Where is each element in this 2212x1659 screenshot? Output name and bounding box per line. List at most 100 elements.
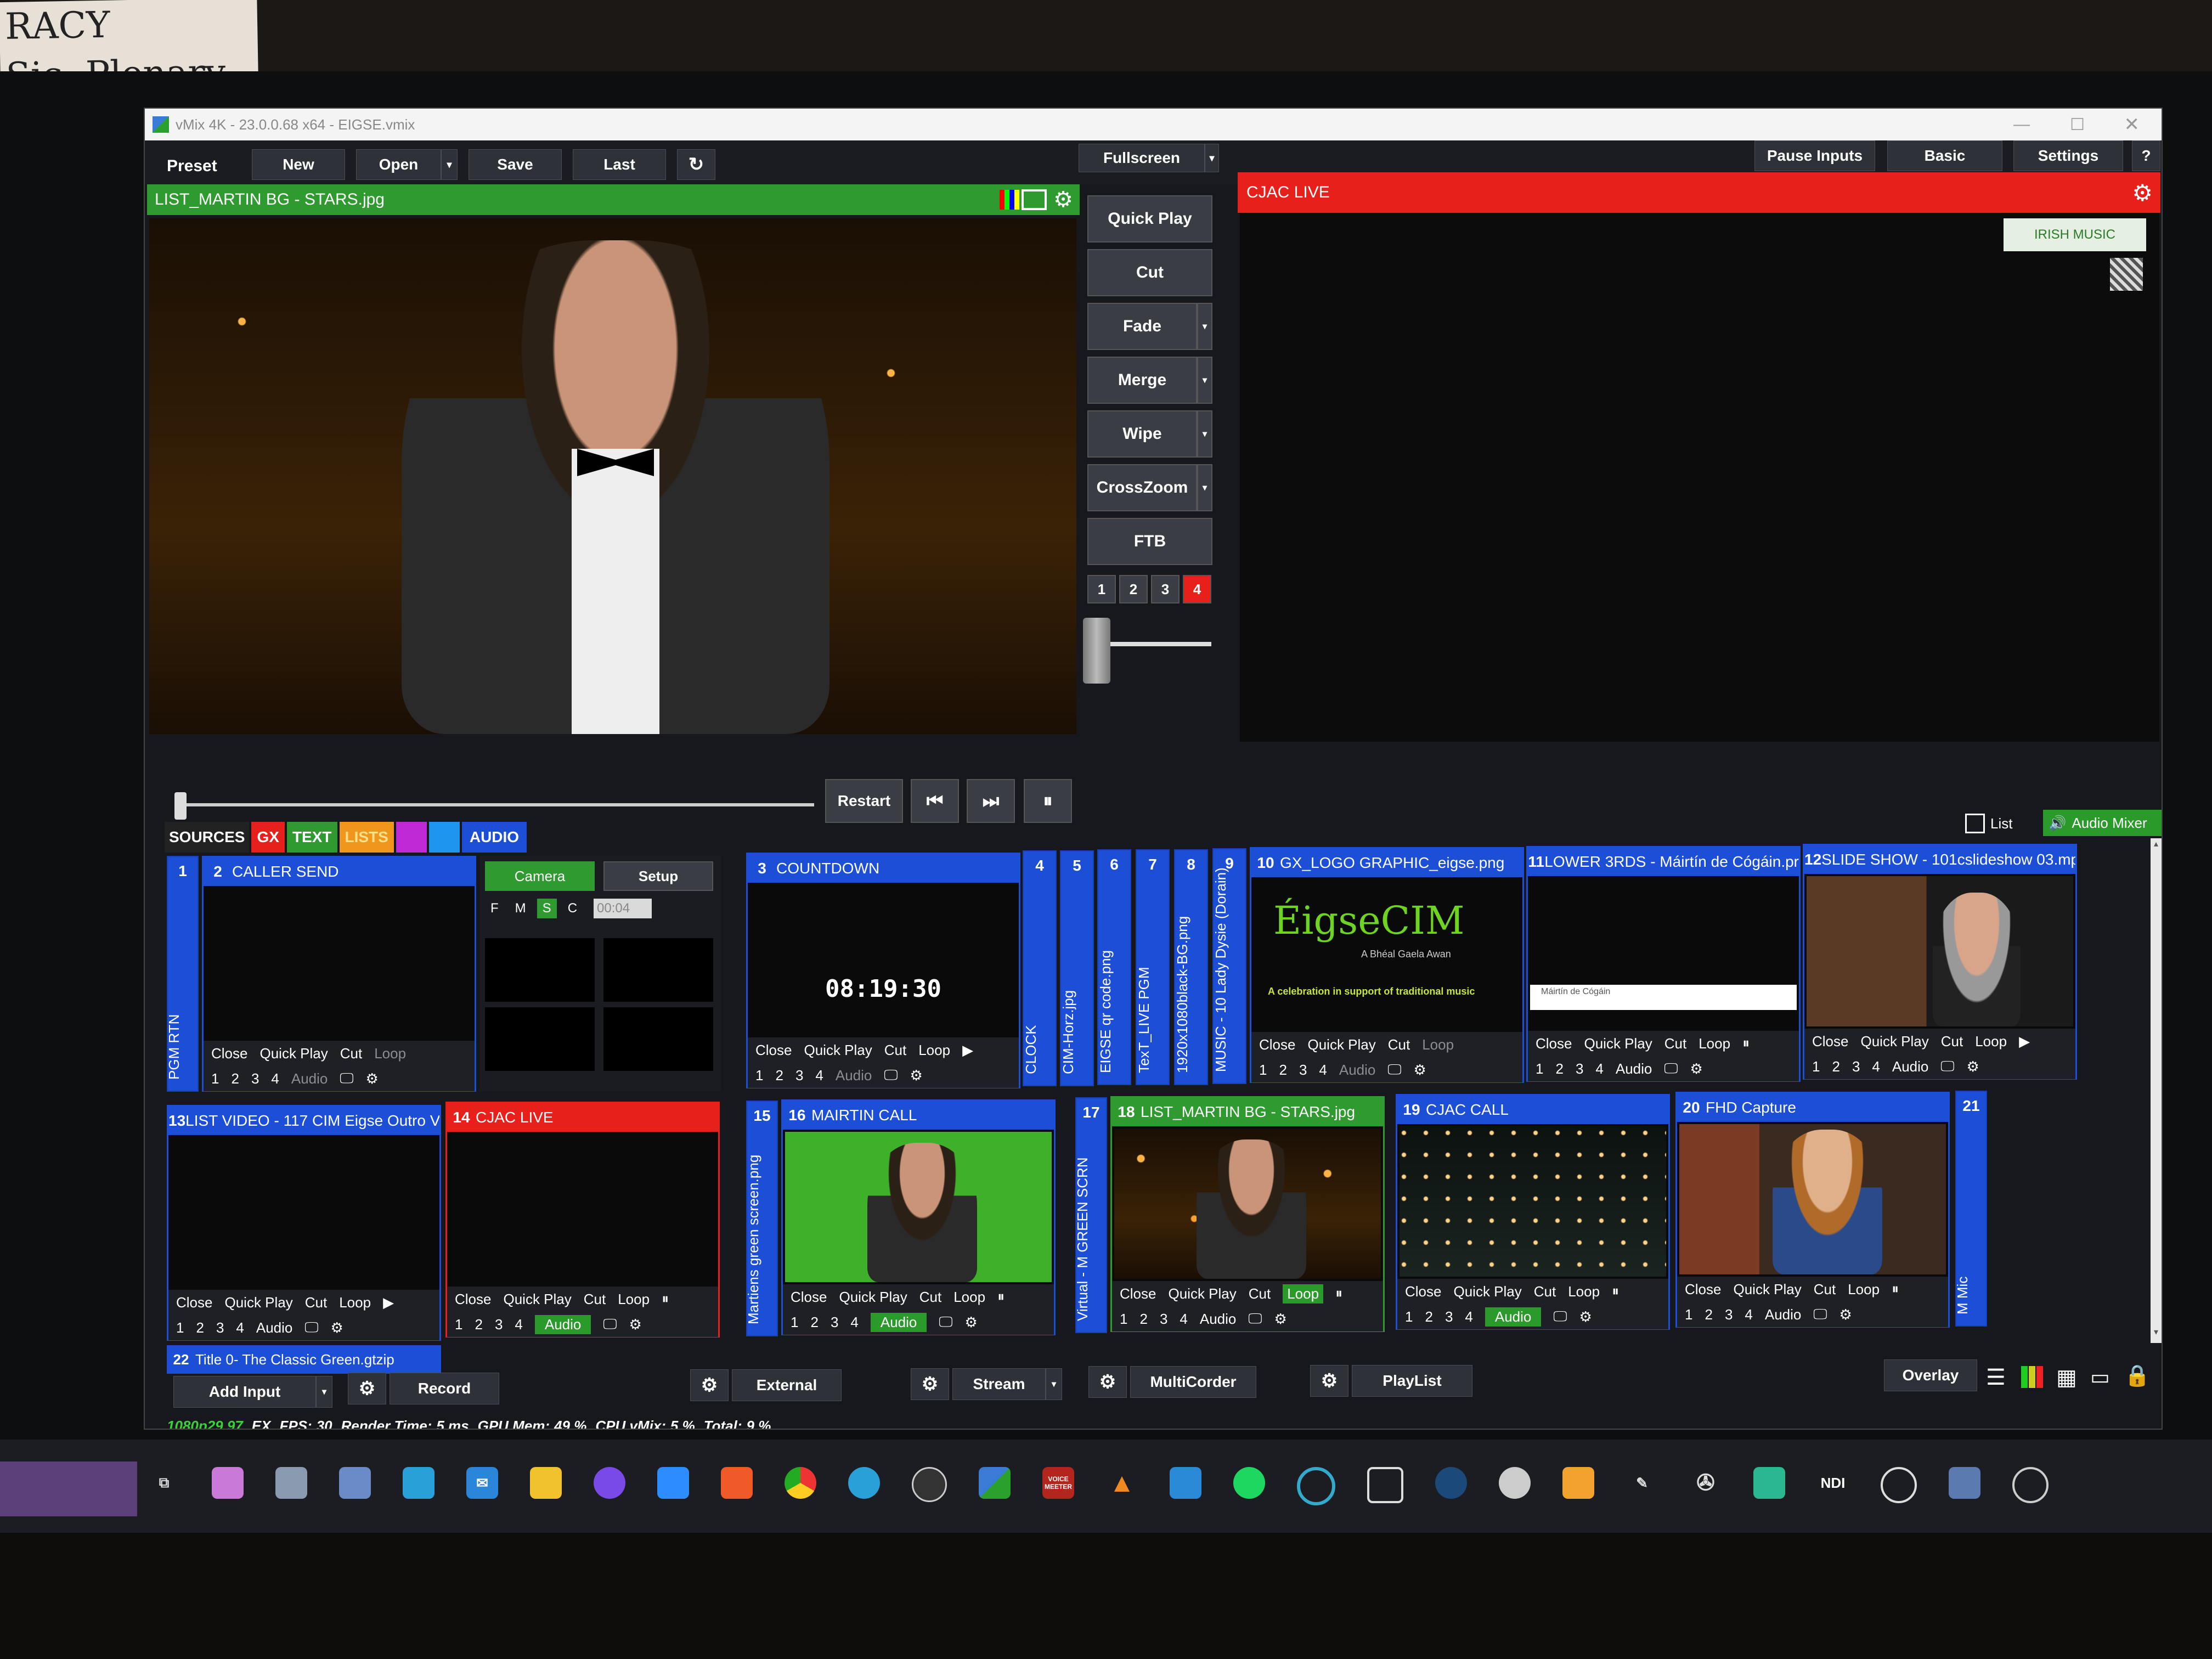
audio-button[interactable]: Audio [534,1314,591,1334]
close-icon[interactable]: ✕ [2124,114,2140,136]
media-icon[interactable] [1499,1467,1531,1499]
record-button[interactable]: Record [390,1373,499,1404]
previous-icon[interactable]: ⏮ [911,779,959,823]
overlay-1-button[interactable]: 1 [1259,1062,1267,1079]
overlay-3-button[interactable]: 3 [831,1314,838,1331]
audio-button[interactable]: Audio [1485,1307,1542,1327]
monitor-icon[interactable]: 🖵 [603,1316,617,1333]
monitor-icon[interactable]: 🖵 [1664,1060,1678,1077]
input-14-tile[interactable]: 14 CJAC LIVE Close Quick Play Cut Loop ⏸ 1234… [445,1102,720,1338]
merge-button[interactable]: Merge [1087,357,1197,404]
input-17-tile[interactable]: 17 Virtual - M GREEN SCRN [1074,1097,1107,1333]
preview-screen-icon[interactable] [1022,189,1047,210]
crosszoom-button[interactable]: CrossZoom [1087,464,1197,511]
seek-bar-track[interactable] [178,803,814,806]
overlay-1-button[interactable]: 1 [1685,1306,1692,1323]
vlc-icon[interactable]: ▲ [1106,1467,1138,1499]
setup-button[interactable]: Setup [603,861,713,891]
monitor-icon[interactable]: 🖵 [1813,1306,1827,1323]
chrome-icon[interactable] [785,1467,816,1499]
monitor-icon[interactable]: 🖵 [1248,1310,1262,1328]
quick-play-button[interactable]: Quick Play [1087,195,1212,242]
tab-purple[interactable] [396,822,427,853]
mail-icon[interactable]: ✉ [466,1467,498,1499]
overlay-4-button[interactable]: 4 [815,1067,823,1084]
t-bar-handle[interactable] [1083,618,1110,684]
input-1-tile[interactable]: 1 PGM RTN [166,856,199,1092]
audio-button[interactable]: Audio [291,1070,328,1087]
restart-button[interactable]: Restart [825,779,903,823]
levels-icon[interactable] [2021,1366,2043,1388]
cut-button[interactable]: Cut [340,1045,362,1062]
input-18-tile[interactable]: 18 LIST_MARTIN BG - STARS.jpg Close Quick … [1110,1096,1385,1332]
multicorder-gear-icon[interactable]: ⚙ [1088,1366,1127,1398]
gear-icon[interactable]: ⚙ [1690,1060,1702,1077]
quick-play-button[interactable]: Quick Play [1860,1033,1928,1050]
close-button[interactable]: Close [176,1294,212,1311]
network-icon[interactable] [1949,1467,1980,1499]
input-2-tile[interactable]: 2 CALLER SEND Close Quick Play Cut Loop 1234… [202,856,476,1092]
overlay-4-button[interactable]: 4 [271,1070,279,1087]
tools-icon[interactable]: ✎ [1626,1467,1658,1499]
scroll-up-icon[interactable]: ▴ [2151,838,2162,855]
screen-share-icon[interactable] [1753,1467,1785,1499]
pause-icon[interactable]: ⏸ [997,1288,1005,1306]
input-16-tile[interactable]: 16 MAIRTIN CALL Close Quick Play Cut Loop ⏸ 1… [781,1099,1056,1335]
playlist-button[interactable]: PlayList [1352,1365,1472,1397]
paint-icon[interactable] [212,1467,244,1499]
timer-field[interactable]: 00:04 [594,899,652,918]
quick-play-button[interactable]: Quick Play [1168,1285,1236,1302]
m-toggle[interactable]: M [510,899,532,918]
settings-button[interactable]: Settings [2013,140,2123,171]
close-button[interactable]: Close [1120,1285,1156,1302]
quick-play-button[interactable]: Quick Play [1453,1283,1521,1300]
tab-sources[interactable]: SOURCES [165,822,250,853]
loop-button[interactable]: Loop [1975,1033,2007,1050]
cut-button[interactable]: Cut [1087,249,1212,296]
vmix-taskbar-icon[interactable] [979,1467,1011,1499]
scroll-down-icon[interactable]: ▾ [2151,1327,2162,1343]
crosszoom-dropdown-icon[interactable]: ▾ [1197,464,1212,511]
last-button[interactable]: Last [573,149,666,180]
quick-play-button[interactable]: Quick Play [1733,1281,1801,1298]
external-button[interactable]: External [732,1369,842,1401]
loop-button[interactable]: Loop [618,1291,650,1308]
loop-button[interactable]: Loop [1422,1036,1454,1053]
gear-icon[interactable]: ⚙ [330,1319,343,1336]
file-explorer-icon[interactable] [530,1467,562,1499]
fullscreen-dropdown-icon[interactable]: ▾ [1205,144,1219,172]
audio-button[interactable]: Audio [1892,1058,1929,1075]
play-icon[interactable]: ▶ [383,1294,394,1311]
display-icon[interactable]: ▭ [2090,1365,2110,1390]
photos-icon[interactable] [403,1467,435,1499]
cut-button[interactable]: Cut [1664,1035,1686,1052]
loop-button[interactable]: Loop [953,1289,985,1306]
brave-icon[interactable] [721,1467,753,1499]
quick-play-button[interactable]: Quick Play [1584,1035,1652,1052]
gear-icon[interactable]: ⚙ [1579,1308,1592,1325]
gauge-icon[interactable] [1881,1467,1917,1503]
pause-icon[interactable]: ⏸ [662,1290,669,1308]
overlay-1-button[interactable]: 1 [211,1070,219,1087]
input-19-tile[interactable]: 19 CJAC CALL Close Quick Play Cut Loop ⏸ 1234… [1396,1094,1670,1330]
loop-button[interactable]: Loop [1568,1283,1600,1300]
maximize-icon[interactable]: ☐ [2070,115,2085,134]
audio-button[interactable]: Audio [836,1067,872,1084]
camera-button[interactable]: Camera [485,861,595,891]
overlay-2-button[interactable]: 2 [196,1319,204,1336]
overlay-3-button[interactable]: 3 [1445,1308,1453,1325]
audio-button[interactable]: Audio [1765,1306,1802,1323]
gear-icon[interactable]: ⚙ [1966,1058,1979,1075]
audio-button[interactable]: Audio [256,1319,293,1336]
overlay-4-button[interactable]: 4 [515,1316,522,1333]
quick-play-button[interactable]: Quick Play [1307,1036,1375,1053]
overlay-4-button[interactable]: 4 [1180,1311,1187,1328]
menu-icon[interactable]: ☰ [1986,1365,2006,1390]
overlay-4-button[interactable]: 4 [1872,1058,1880,1075]
seek-bar-handle[interactable] [174,792,187,820]
quick-play-button[interactable]: Quick Play [839,1289,907,1306]
close-button[interactable]: Close [755,1042,792,1059]
tab-gx[interactable]: GX [251,822,285,853]
overlay-4-button[interactable]: 4 [1745,1306,1752,1323]
quick-play-button[interactable]: Quick Play [804,1042,872,1059]
